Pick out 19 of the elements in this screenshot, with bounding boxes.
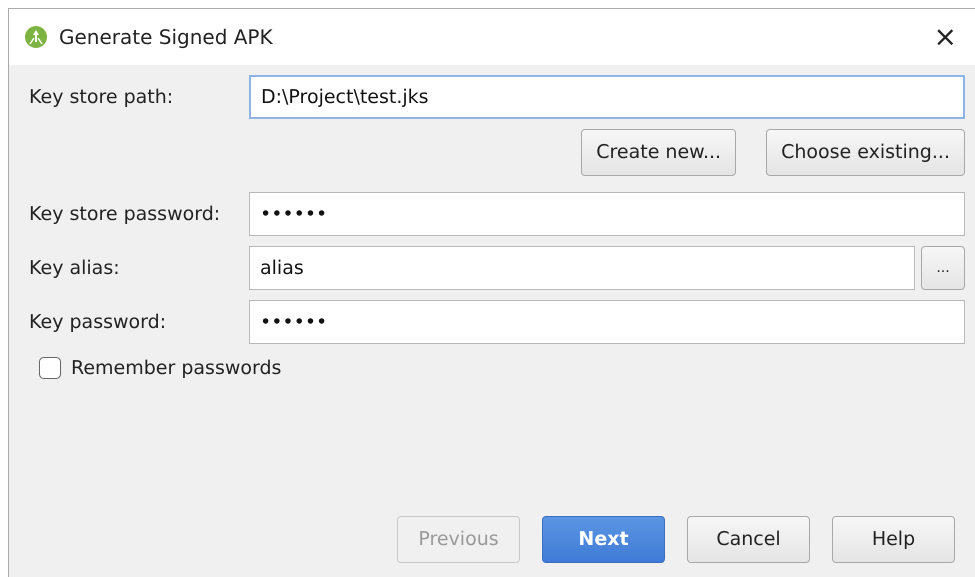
dialog-button[interactable]: Create new...	[581, 129, 736, 176]
input-field[interactable]: ••••••	[249, 300, 965, 344]
close-button[interactable]: ×	[928, 23, 963, 51]
dialog-button[interactable]: Cancel	[687, 516, 810, 563]
input-field[interactable]: D:\Project\test.jks	[249, 75, 965, 119]
dialog-button[interactable]: Next	[542, 516, 665, 563]
browse-button[interactable]: ...	[921, 246, 965, 290]
field-label: Key store password:	[29, 202, 222, 227]
field-label: Key password:	[29, 310, 168, 335]
input-field[interactable]: ••••••	[249, 192, 965, 236]
field-label: Key store path:	[29, 84, 174, 110]
checkbox-label: Remember passwords	[71, 356, 282, 381]
field-label: Key alias:	[29, 256, 121, 281]
android-logo-icon	[25, 26, 47, 48]
dialog-button[interactable]: Help	[832, 516, 955, 563]
window-title: Generate Signed APK	[59, 24, 274, 51]
input-field[interactable]: alias	[249, 246, 915, 290]
dialog-button[interactable]: Choose existing...	[766, 129, 965, 176]
remember-checkbox[interactable]	[39, 357, 61, 380]
